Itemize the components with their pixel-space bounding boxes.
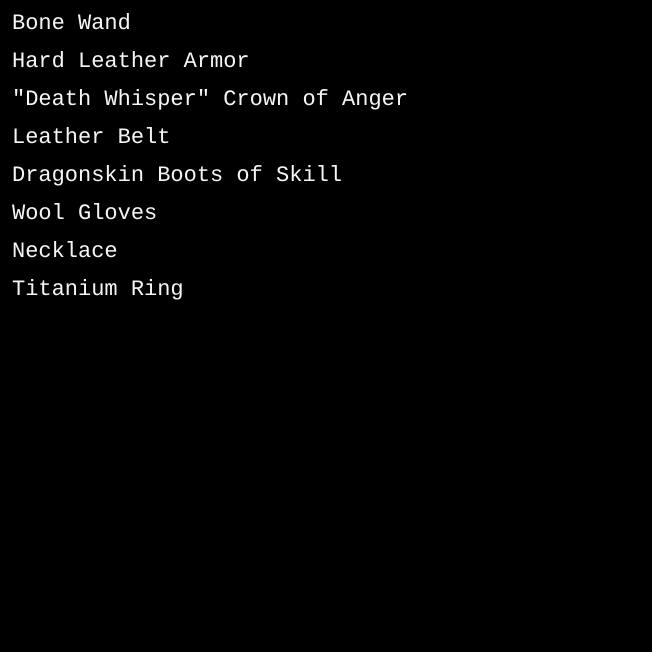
list-item[interactable]: Necklace <box>12 233 408 271</box>
list-item[interactable]: Dragonskin Boots of Skill <box>12 157 408 195</box>
list-item[interactable]: "Death Whisper" Crown of Anger <box>12 81 408 119</box>
equipment-list: Bone Wand Hard Leather Armor "Death Whis… <box>12 5 408 309</box>
list-item[interactable]: Wool Gloves <box>12 195 408 233</box>
game-text-screen: Bone Wand Hard Leather Armor "Death Whis… <box>0 0 652 652</box>
list-item[interactable]: Bone Wand <box>12 5 408 43</box>
list-item[interactable]: Leather Belt <box>12 119 408 157</box>
list-item[interactable]: Titanium Ring <box>12 271 408 309</box>
list-item[interactable]: Hard Leather Armor <box>12 43 408 81</box>
